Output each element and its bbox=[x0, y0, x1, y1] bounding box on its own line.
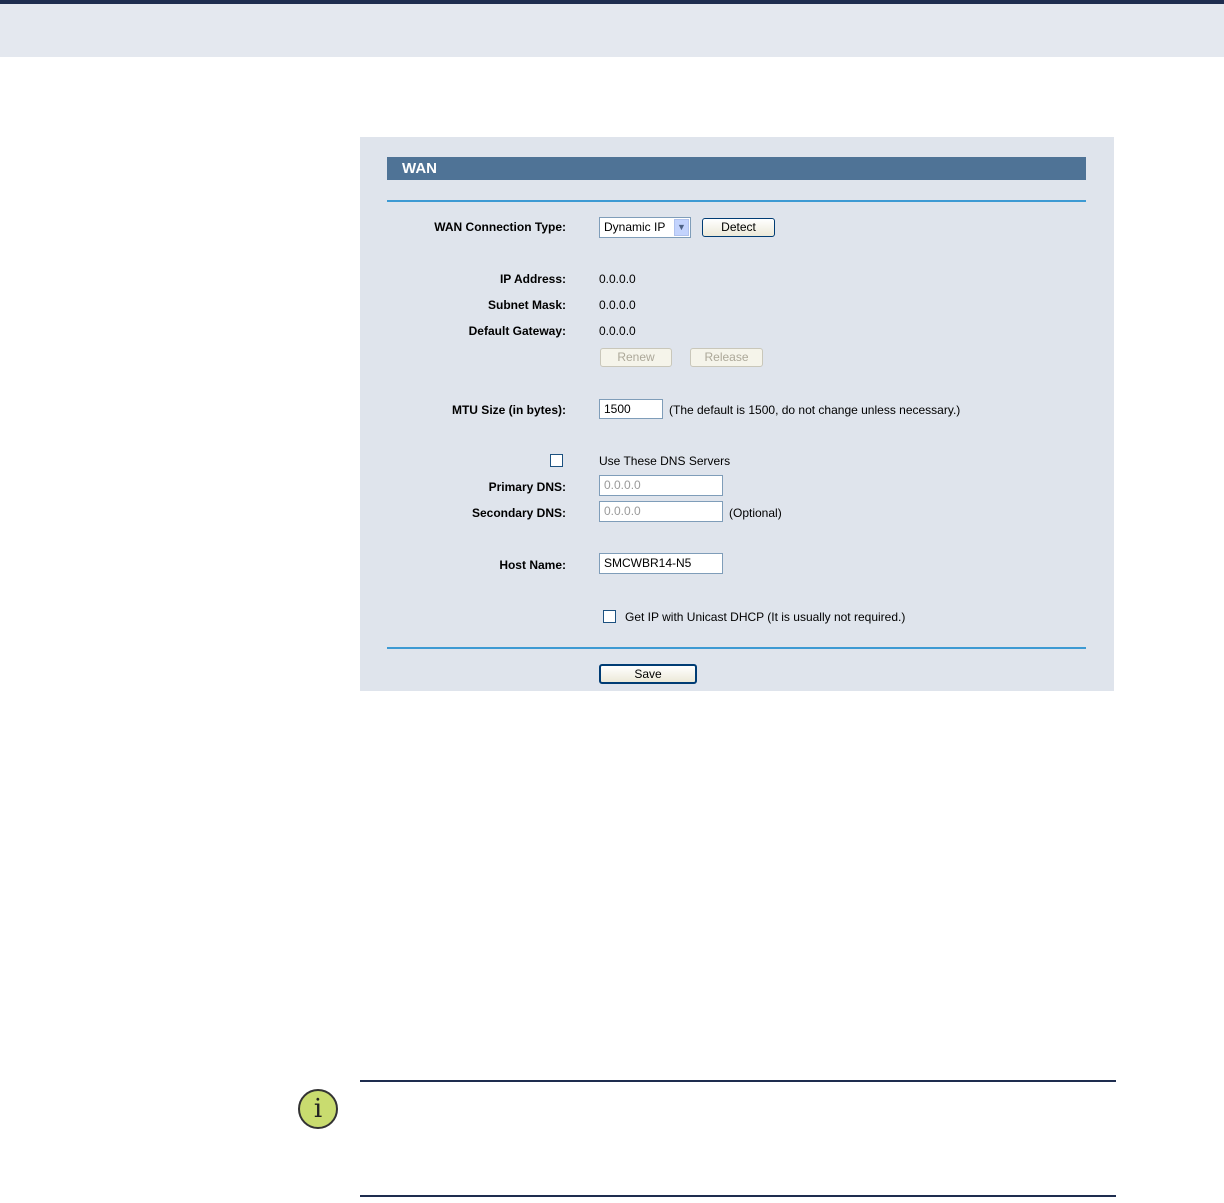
wan-type-select[interactable]: Dynamic IP ▼ bbox=[599, 217, 691, 238]
release-button[interactable]: Release bbox=[690, 348, 763, 367]
renew-button[interactable]: Renew bbox=[600, 348, 672, 367]
wan-type-label: WAN Connection Type: bbox=[434, 220, 566, 234]
primary-dns-label: Primary DNS: bbox=[488, 480, 566, 494]
mtu-label: MTU Size (in bytes): bbox=[451, 403, 566, 417]
mtu-hint: (The default is 1500, do not change unle… bbox=[669, 403, 961, 417]
ip-address-value: 0.0.0.0 bbox=[599, 272, 636, 286]
secondary-dns-optional: (Optional) bbox=[729, 506, 782, 520]
save-button[interactable]: Save bbox=[599, 664, 697, 684]
mtu-input[interactable]: 1500 bbox=[599, 399, 663, 419]
subnet-mask-label: Subnet Mask: bbox=[487, 298, 566, 312]
note-rule-bottom bbox=[360, 1195, 1116, 1197]
ip-address-label: IP Address: bbox=[499, 272, 566, 286]
wan-settings-panel: WAN WAN Connection Type: Dynamic IP ▼ De… bbox=[360, 137, 1114, 691]
host-name-input[interactable]: SMCWBR14-N5 bbox=[599, 553, 723, 574]
default-gateway-label: Default Gateway: bbox=[468, 324, 566, 338]
info-icon: i bbox=[298, 1089, 338, 1129]
default-gateway-value: 0.0.0.0 bbox=[599, 324, 636, 338]
wan-type-selected: Dynamic IP bbox=[604, 220, 666, 234]
panel-title: WAN bbox=[387, 157, 1086, 180]
secondary-dns-label: Secondary DNS: bbox=[471, 506, 566, 520]
use-dns-checkbox[interactable] bbox=[550, 454, 563, 467]
detect-button[interactable]: Detect bbox=[702, 218, 775, 237]
chevron-down-icon[interactable]: ▼ bbox=[674, 219, 689, 236]
primary-dns-input[interactable]: 0.0.0.0 bbox=[599, 475, 723, 496]
unicast-dhcp-label: Get IP with Unicast DHCP (It is usually … bbox=[625, 610, 906, 624]
use-dns-label: Use These DNS Servers bbox=[599, 454, 731, 468]
unicast-dhcp-checkbox[interactable] bbox=[603, 610, 616, 623]
divider-bottom bbox=[387, 647, 1086, 649]
note-rule-top bbox=[360, 1080, 1116, 1082]
secondary-dns-input[interactable]: 0.0.0.0 bbox=[599, 501, 723, 522]
subnet-mask-value: 0.0.0.0 bbox=[599, 298, 636, 312]
header-band bbox=[0, 4, 1224, 57]
note-box: i bbox=[298, 1080, 1116, 1200]
host-name-label: Host Name: bbox=[499, 558, 566, 572]
divider-top bbox=[387, 200, 1086, 202]
